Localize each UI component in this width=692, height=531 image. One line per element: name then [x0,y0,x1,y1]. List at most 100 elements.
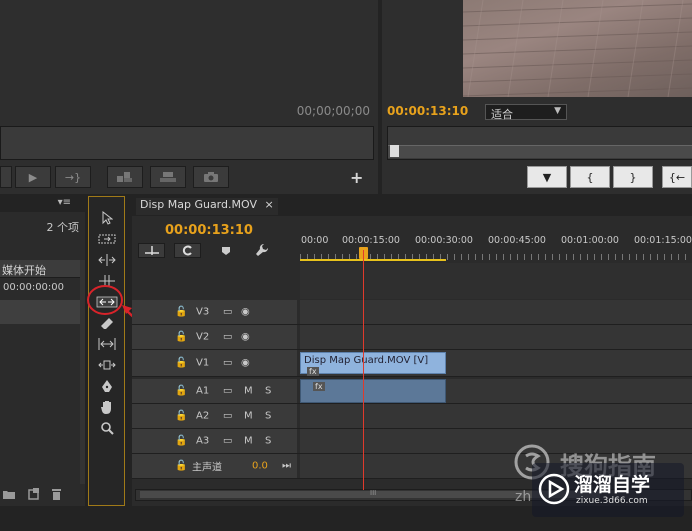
track-label-a3[interactable]: A3 [196,436,209,447]
film-icon[interactable]: ▭ [223,332,232,343]
program-scrub-handle[interactable] [390,145,399,157]
wrench-icon[interactable] [255,243,269,257]
solo-button[interactable]: S [265,411,271,422]
ruler-tick-label: 00:01:15:00 [634,235,692,246]
row-media-start: 00:00:00:00 [3,282,65,293]
add-marker-icon[interactable] [221,246,231,256]
lock-icon[interactable]: 🔓 [175,332,187,343]
work-area-bar[interactable] [300,259,446,261]
slip-tool[interactable] [93,335,120,353]
track-label-v3[interactable]: V3 [196,307,209,318]
ripple-edit-icon [97,254,116,266]
add-marker-button[interactable]: ▼ [527,166,567,188]
ripple-edit-tool[interactable] [93,251,120,269]
brick-pavement-image [463,0,692,97]
program-video-frame [463,0,692,97]
mute-button[interactable]: M [244,411,253,422]
project-row[interactable]: 00:00:00:00 [0,278,80,298]
program-scrub-bar[interactable] [388,145,692,158]
track-label-v2[interactable]: V2 [196,332,209,343]
hand-tool[interactable] [93,398,120,416]
source-btn-left[interactable] [0,166,12,188]
mark-out-icon: } [629,170,637,184]
film-icon[interactable]: ▭ [223,436,232,447]
snap-button[interactable] [138,243,165,258]
project-row-selected[interactable] [0,300,80,324]
lock-icon[interactable]: 🔓 [175,461,187,472]
lane-v2[interactable] [300,325,692,349]
step-forward-button[interactable]: ▶ [15,166,51,188]
lock-icon[interactable]: 🔓 [175,411,187,422]
film-icon[interactable]: ▭ [223,386,232,397]
timeline-tab[interactable]: Disp Map Guard.MOV × [136,198,278,215]
close-icon[interactable]: × [264,198,273,211]
lock-icon[interactable]: 🔓 [175,436,187,447]
track-header-a2: 🔓 A2 ▭ M S [132,404,297,428]
go-to-end-icon[interactable]: ⏭ [282,461,291,472]
selection-tool[interactable] [93,209,120,227]
source-timecode[interactable]: 00;00;00;00 [297,104,370,118]
film-icon[interactable]: ▭ [223,411,232,422]
track-a1: 🔓 A1 ▭ M S fx [132,379,692,404]
program-time-ruler[interactable] [387,126,692,160]
mute-button[interactable]: M [244,436,253,447]
trash-icon[interactable] [51,488,62,500]
source-time-ruler[interactable] [0,126,374,160]
mark-in-button[interactable]: { [570,166,610,188]
mark-out-button[interactable]: } [613,166,653,188]
lock-icon[interactable]: 🔓 [175,358,187,369]
track-select-tool[interactable] [93,230,120,248]
mute-button[interactable]: M [244,386,253,397]
snap-icon [144,246,159,255]
master-track-label[interactable]: 主声道 [192,459,222,474]
go-to-in-button[interactable]: {← [662,166,692,188]
track-header-v1: 🔓 V1 ▭ ◉ [132,350,297,376]
insert-button[interactable] [107,166,143,188]
timeline-timecode[interactable]: 00:00:13:10 [165,223,253,238]
new-item-icon[interactable] [28,488,39,500]
go-to-out-icon: →} [64,170,82,184]
program-timecode[interactable]: 00:00:13:10 [387,104,468,118]
media-start-column-header[interactable]: 媒体开始 [0,260,80,278]
hand-icon [100,401,111,414]
project-footer [0,484,85,506]
zoom-tool[interactable] [93,419,120,437]
pen-tool[interactable] [93,377,120,395]
lane-v3[interactable] [300,300,692,324]
ruler-tick-label: 00:00:30:00 [415,235,473,246]
slide-tool[interactable] [93,356,120,374]
video-clip[interactable]: Disp Map Guard.MOV [V] fx [300,352,446,376]
export-frame-button[interactable] [193,166,229,188]
solo-button[interactable]: S [265,386,271,397]
project-scrollbar[interactable] [80,260,85,484]
panel-menu-icon[interactable]: ▾≡ [58,197,71,208]
arrow-cursor-icon [102,211,113,225]
column-header-label: 媒体开始 [2,264,46,277]
audio-clip[interactable]: fx [300,379,446,403]
film-icon[interactable]: ▭ [223,307,232,318]
site-watermark-text: 溜溜自学 [574,474,651,496]
eye-icon[interactable]: ◉ [241,307,250,318]
lock-icon[interactable]: 🔓 [175,307,187,318]
project-panel: ▾≡ 2 个项 媒体开始 00:00:00:00 [0,196,85,506]
film-icon[interactable]: ▭ [223,358,232,369]
linked-selection-button[interactable] [174,243,201,258]
folder-icon[interactable] [3,489,15,499]
overwrite-button[interactable] [150,166,186,188]
track-label-a2[interactable]: A2 [196,411,209,422]
track-label-v1[interactable]: V1 [196,358,209,369]
track-label-a1[interactable]: A1 [196,386,209,397]
fit-dropdown-value: 适合 [491,108,513,121]
timeline-tab-label: Disp Map Guard.MOV [140,198,257,211]
go-to-out-button[interactable]: →} [55,166,91,188]
lock-icon[interactable]: 🔓 [175,386,187,397]
eye-icon[interactable]: ◉ [241,332,250,343]
eye-icon[interactable]: ◉ [241,358,250,369]
fit-dropdown[interactable]: 适合 ▼ [485,104,567,121]
lane-a2[interactable] [300,404,692,428]
master-volume-value[interactable]: 0.0 [252,461,268,472]
timeline-tab-bar: Disp Map Guard.MOV × [132,196,692,216]
solo-button[interactable]: S [265,436,271,447]
add-button-plus-icon[interactable]: + [350,168,363,187]
track-header-v3: 🔓 V3 ▭ ◉ [132,300,297,324]
